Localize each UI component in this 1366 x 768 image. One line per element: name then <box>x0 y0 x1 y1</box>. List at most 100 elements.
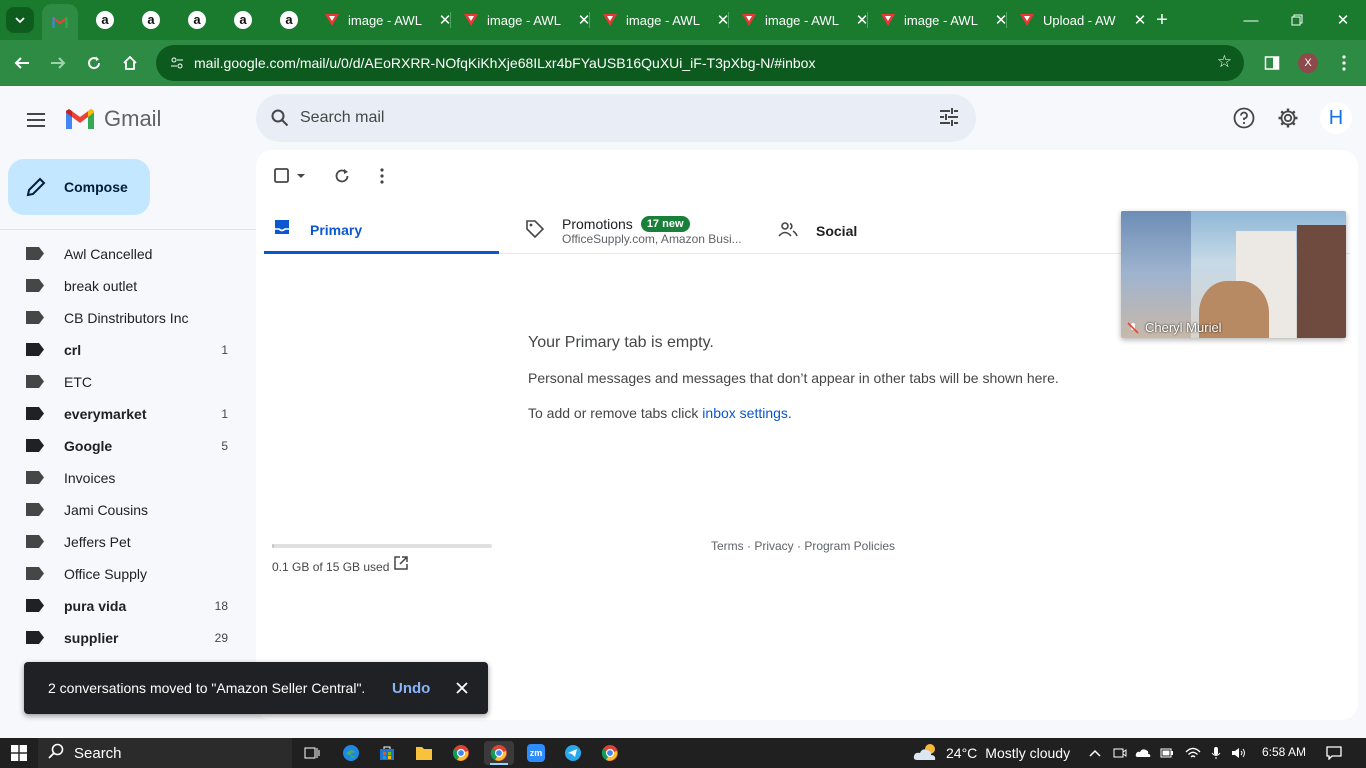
address-bar[interactable]: mail.google.com/mail/u/0/d/AEoRXRR-NOfqK… <box>156 45 1244 81</box>
awl-icon <box>324 12 340 28</box>
close-icon[interactable] <box>452 678 472 698</box>
settings-gear-icon[interactable] <box>1274 104 1302 132</box>
search-input[interactable]: Search mail <box>300 109 384 127</box>
inbox-settings-link[interactable]: inbox settings <box>702 405 788 421</box>
meet-now-icon[interactable] <box>1112 745 1128 761</box>
compose-button[interactable]: Compose <box>8 159 150 215</box>
system-clock[interactable]: 6:58 AM <box>1262 745 1306 759</box>
label-invoices[interactable]: Invoices <box>0 462 256 494</box>
tab-awl-5[interactable]: image - AWL ✕ <box>880 0 1010 40</box>
label-break-outlet[interactable]: break outlet <box>0 270 256 302</box>
forward-arrow-icon[interactable] <box>44 49 72 77</box>
label-awl-cancelled[interactable]: Awl Cancelled <box>0 238 256 270</box>
task-view-icon[interactable] <box>297 741 327 765</box>
tab-amazon-1[interactable]: a <box>96 0 116 40</box>
tab-promotions[interactable]: Promotions 17 new OfficeSupply.com, Amaz… <box>526 208 758 254</box>
restore-icon[interactable] <box>1274 0 1320 40</box>
chevron-up-icon[interactable] <box>1087 745 1103 761</box>
chrome-active-icon[interactable] <box>484 741 514 765</box>
search-options-tune-icon[interactable] <box>938 106 960 133</box>
more-vert-icon[interactable] <box>1330 49 1358 77</box>
open-in-new-icon[interactable] <box>394 556 408 575</box>
label-office-supply[interactable]: Office Supply <box>0 558 256 590</box>
tab-amazon-2[interactable]: a <box>142 0 162 40</box>
edge-icon[interactable] <box>336 741 366 765</box>
tab-awl-2[interactable]: image - AWL ✕ <box>463 0 593 40</box>
video-call-pip[interactable]: Cheryl Muriel <box>1121 211 1346 338</box>
label-pura-vida[interactable]: pura vida 18 <box>0 590 256 622</box>
volume-icon[interactable] <box>1231 745 1247 761</box>
select-all-checkbox[interactable] <box>272 164 308 188</box>
store-icon[interactable] <box>372 741 402 765</box>
tab-search-chevron-icon[interactable] <box>6 7 34 33</box>
undo-button[interactable]: Undo <box>392 680 430 697</box>
label-google[interactable]: Google 5 <box>0 430 256 462</box>
label-jami-cousins[interactable]: Jami Cousins <box>0 494 256 526</box>
label-name: break outlet <box>64 278 138 294</box>
windows-start-icon[interactable] <box>4 741 34 765</box>
close-tab-icon[interactable]: ✕ <box>1131 11 1149 29</box>
label-name: supplier <box>64 630 119 646</box>
close-tab-icon[interactable]: ✕ <box>436 11 454 29</box>
close-tab-icon[interactable]: ✕ <box>714 11 732 29</box>
label-etc[interactable]: ETC <box>0 366 256 398</box>
help-icon[interactable] <box>1230 104 1258 132</box>
more-options-icon[interactable] <box>370 164 394 188</box>
search-bar[interactable]: Search mail <box>256 94 976 142</box>
telegram-icon[interactable] <box>558 741 588 765</box>
label-tag-icon <box>26 375 44 388</box>
search-icon[interactable] <box>268 106 292 130</box>
reload-icon[interactable] <box>80 49 108 77</box>
side-panel-icon[interactable] <box>1258 49 1286 77</box>
label-jeffers-pet[interactable]: Jeffers Pet <box>0 526 256 558</box>
close-tab-icon[interactable]: ✕ <box>575 11 593 29</box>
tab-social[interactable]: Social <box>778 208 978 254</box>
tab-awl-3[interactable]: image - AWL ✕ <box>602 0 732 40</box>
tab-primary[interactable]: Primary <box>264 208 499 254</box>
bookmark-star-icon[interactable]: ☆ <box>1217 52 1232 72</box>
tab-amazon-3[interactable]: a <box>188 0 208 40</box>
refresh-icon[interactable] <box>330 164 354 188</box>
gmail-logo[interactable]: Gmail <box>64 106 161 132</box>
main-menu-icon[interactable] <box>22 106 50 134</box>
profile-button[interactable]: X <box>1294 49 1322 77</box>
tab-awl-upload[interactable]: Upload - AW ✕ <box>1019 0 1149 40</box>
pencil-icon <box>24 175 48 199</box>
file-explorer-icon[interactable] <box>409 741 439 765</box>
weather-widget[interactable]: 24°C Mostly cloudy <box>912 738 1070 768</box>
label-supplier[interactable]: supplier 29 <box>0 622 256 654</box>
windows-taskbar: Search zm 24°C Mostly cloudy 6:58 AM <box>0 738 1366 768</box>
minimize-icon[interactable]: — <box>1228 0 1274 40</box>
tab-amazon-4[interactable]: a <box>234 0 254 40</box>
close-tab-icon[interactable]: ✕ <box>992 11 1010 29</box>
label-everymarket[interactable]: everymarket 1 <box>0 398 256 430</box>
tab-separator <box>450 12 451 28</box>
footer-links[interactable]: Terms · Privacy · Program Policies <box>711 539 895 553</box>
battery-icon[interactable] <box>1159 745 1175 761</box>
zoom-icon[interactable]: zm <box>521 741 551 765</box>
label-cb-dinstributors[interactable]: CB Dinstributors Inc <box>0 302 256 334</box>
taskbar-search[interactable]: Search <box>38 738 292 768</box>
chrome-profile-icon[interactable] <box>595 741 625 765</box>
back-arrow-icon[interactable] <box>8 49 36 77</box>
tab-gmail[interactable] <box>42 4 78 40</box>
site-info-icon[interactable] <box>166 52 188 74</box>
close-tab-icon[interactable]: ✕ <box>853 11 871 29</box>
tab-amazon-5[interactable]: a <box>280 0 300 40</box>
active-indicator <box>490 763 508 765</box>
onedrive-cloud-icon[interactable] <box>1135 745 1151 761</box>
label-tag-icon <box>26 503 44 516</box>
window-close-icon[interactable]: ✕ <box>1320 0 1366 40</box>
new-tab-plus-icon[interactable]: + <box>1150 8 1174 32</box>
account-avatar[interactable]: H <box>1320 102 1352 134</box>
notification-icon[interactable] <box>1325 745 1343 761</box>
home-icon[interactable] <box>116 49 144 77</box>
chrome-icon[interactable] <box>446 741 476 765</box>
label-name: Jami Cousins <box>64 502 149 518</box>
wifi-icon[interactable] <box>1185 745 1201 761</box>
microphone-icon[interactable] <box>1208 745 1224 761</box>
label-crl[interactable]: crl 1 <box>0 334 256 366</box>
tab-awl-1[interactable]: image - AWL ✕ <box>324 0 454 40</box>
tab-awl-4[interactable]: image - AWL ✕ <box>741 0 871 40</box>
search-icon <box>48 743 64 764</box>
